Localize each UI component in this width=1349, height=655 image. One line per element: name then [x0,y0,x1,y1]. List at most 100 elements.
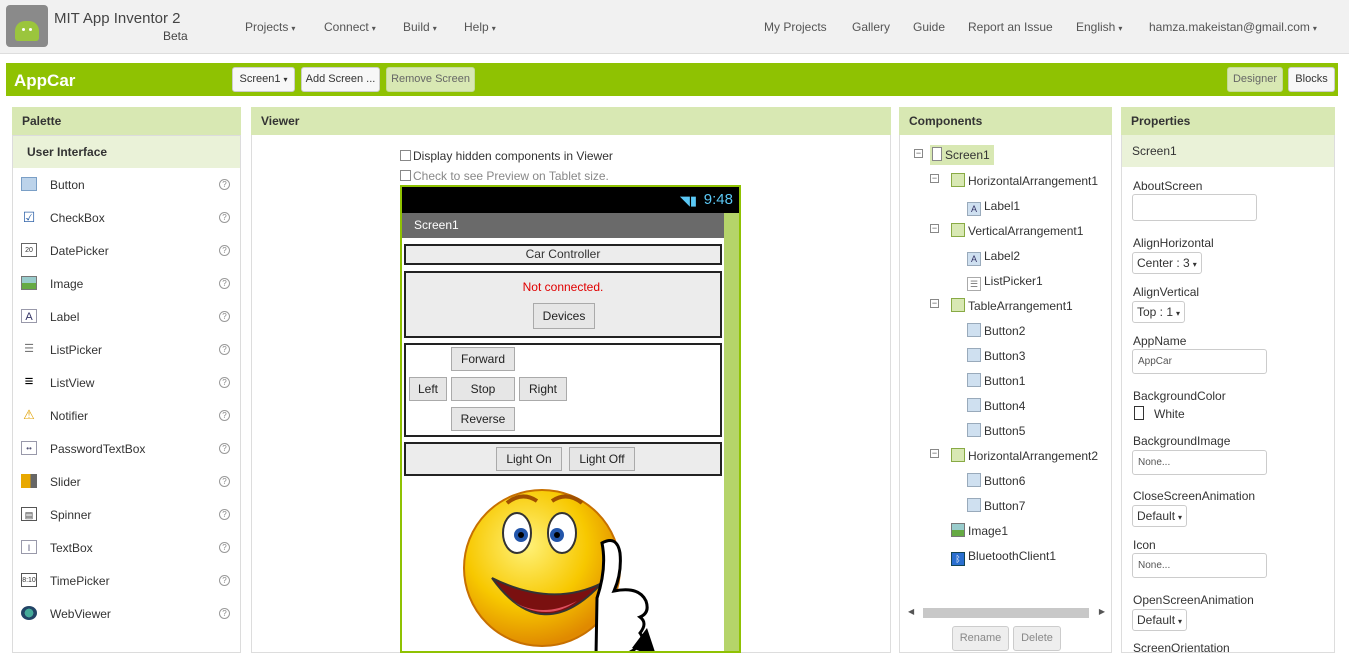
scroll-right-icon[interactable]: ▶ [1099,607,1105,616]
rename-button[interactable]: Rename [952,626,1009,651]
palette-item-slider[interactable]: Slider? [13,466,240,499]
blocks-button[interactable]: Blocks [1288,67,1335,92]
collapse-icon[interactable]: − [930,174,939,183]
help-icon[interactable]: ? [219,179,230,190]
palette-item-checkbox[interactable]: ☑ CheckBox? [13,202,240,235]
components-panel: − Screen1 − HorizontalArrangement1 A Labe… [899,135,1112,653]
palette-item-textbox[interactable]: I TextBox? [13,532,240,565]
color-swatch[interactable] [1134,406,1144,420]
nav-help[interactable]: Help ▾ [464,20,496,34]
scrollbar-thumb[interactable] [923,608,1089,618]
collapse-icon[interactable]: − [930,224,939,233]
palette-item-listpicker[interactable]: ☰ ListPicker? [13,334,240,367]
tree-item-tablearrangement1[interactable]: TableArrangement1 [951,296,1073,316]
left-button[interactable]: Left [409,377,447,401]
help-icon[interactable]: ? [219,212,230,223]
collapse-icon[interactable]: − [914,149,923,158]
background-color-value[interactable]: White [1154,407,1185,421]
tree-item-button2[interactable]: Button2 [967,321,1025,341]
tree-item-label1[interactable]: A Label1 [967,196,1020,216]
collapse-icon[interactable]: − [930,449,939,458]
help-icon[interactable]: ? [219,377,230,388]
palette-item-image[interactable]: Image? [13,268,240,301]
tree-item-button7[interactable]: Button7 [967,496,1025,516]
about-screen-textarea[interactable] [1132,194,1257,221]
palette-item-passwordtextbox[interactable]: •• PasswordTextBox? [13,433,240,466]
help-icon[interactable]: ? [219,443,230,454]
remove-screen-button[interactable]: Remove Screen [386,67,475,92]
help-icon[interactable]: ? [219,509,230,520]
icon-picker[interactable]: None... [1132,553,1267,578]
help-icon[interactable]: ? [219,542,230,553]
align-horizontal-select[interactable]: Center : 3 ▾ [1132,252,1202,274]
tree-item-bluetoothclient1[interactable]: ᛒ BluetoothClient1 [951,546,1056,566]
palette-item-spinner[interactable]: ▤ Spinner? [13,499,240,532]
nav-language[interactable]: English ▾ [1076,20,1122,34]
palette-item-datepicker[interactable]: 20 DatePicker? [13,235,240,268]
car-controller-label[interactable]: Car Controller [404,244,722,265]
tree-item-button4[interactable]: Button4 [967,396,1025,416]
screen-select[interactable]: Screen1 ▾ [232,67,295,92]
help-icon[interactable]: ? [219,311,230,322]
reverse-button[interactable]: Reverse [451,407,515,431]
add-screen-button[interactable]: Add Screen ... [301,67,380,92]
devices-button[interactable]: Devices [533,303,595,329]
open-animation-select[interactable]: Default ▾ [1132,609,1188,631]
palette-item-notifier[interactable]: ⚠ Notifier? [13,400,240,433]
tree-item-button5[interactable]: Button5 [967,421,1025,441]
palette-item-timepicker[interactable]: 8:10 TimePicker? [13,565,240,598]
vertical-arrangement[interactable]: Not connected. Devices [404,271,722,338]
light-arrangement[interactable]: Light On Light Off [404,442,722,476]
background-image-picker[interactable]: None... [1132,450,1267,475]
stop-button[interactable]: Stop [451,377,515,401]
components-scrollbar[interactable]: ◀ ▶ [908,607,1105,619]
tablet-preview-checkbox[interactable]: Check to see Preview on Tablet size. [400,169,609,183]
delete-button[interactable]: Delete [1013,626,1061,651]
nav-guide[interactable]: Guide [913,20,945,34]
help-icon[interactable]: ? [219,476,230,487]
checkbox-box[interactable] [400,150,411,161]
help-icon[interactable]: ? [219,575,230,586]
tree-item-horizontalarrangement2[interactable]: HorizontalArrangement2 [951,446,1098,466]
nav-projects[interactable]: Projects ▾ [245,20,295,34]
tree-item-verticalarrangement1[interactable]: VerticalArrangement1 [951,221,1083,241]
tree-item-image1[interactable]: Image1 [951,521,1008,541]
display-hidden-checkbox[interactable]: Display hidden components in Viewer [400,149,613,163]
tree-item-button6[interactable]: Button6 [967,471,1025,491]
right-button[interactable]: Right [519,377,567,401]
help-icon[interactable]: ? [219,410,230,421]
collapse-icon[interactable]: − [930,299,939,308]
designer-button[interactable]: Designer [1227,67,1283,92]
help-icon[interactable]: ? [219,245,230,256]
palette-section-user-interface[interactable]: User Interface [13,136,240,168]
nav-build[interactable]: Build ▾ [403,20,437,34]
palette-item-listview[interactable]: ≡ ListView? [13,367,240,400]
palette-item-webviewer[interactable]: WebViewer? [13,598,240,631]
palette-item-button[interactable]: Button? [13,169,240,202]
forward-button[interactable]: Forward [451,347,515,371]
nav-report-issue[interactable]: Report an Issue [968,20,1053,34]
scroll-left-icon[interactable]: ◀ [908,607,914,616]
tree-item-horizontalarrangement1[interactable]: HorizontalArrangement1 [951,171,1098,191]
help-icon[interactable]: ? [219,608,230,619]
align-vertical-select[interactable]: Top : 1 ▾ [1132,301,1186,323]
help-icon[interactable]: ? [219,344,230,355]
app-name-input[interactable]: AppCar [1132,349,1267,374]
tree-item-listpicker1[interactable]: ☰ ListPicker1 [967,271,1043,291]
checkbox-box[interactable] [400,170,411,181]
nav-gallery[interactable]: Gallery [852,20,890,34]
light-on-button[interactable]: Light On [496,447,562,471]
close-animation-select[interactable]: Default ▾ [1132,505,1188,527]
app-inventor-logo[interactable] [6,5,48,47]
nav-account[interactable]: hamza.makeistan@gmail.com ▾ [1149,20,1317,34]
light-off-button[interactable]: Light Off [569,447,635,471]
tree-item-button1[interactable]: Button1 [967,371,1025,391]
tree-item-button3[interactable]: Button3 [967,346,1025,366]
palette-item-label[interactable]: A Label? [13,301,240,334]
help-icon[interactable]: ? [219,278,230,289]
nav-connect[interactable]: Connect ▾ [324,20,376,34]
nav-my-projects[interactable]: My Projects [764,20,827,34]
tree-item-label2[interactable]: A Label2 [967,246,1020,266]
tree-item-screen1[interactable]: Screen1 [930,145,994,165]
table-arrangement[interactable]: Forward Left Stop Right Reverse [404,343,722,437]
